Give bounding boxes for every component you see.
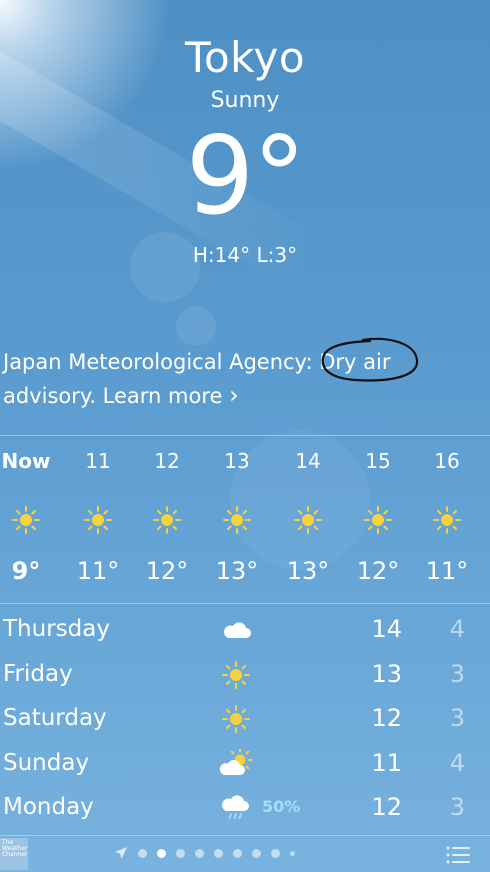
low-temperature: 4 [449,615,465,643]
location-arrow-icon[interactable] [114,846,128,860]
bottom-toolbar: The Weather Channel [0,836,490,872]
low-temperature: 4 [449,748,465,777]
weather-channel-logo[interactable]: The Weather Channel [0,838,28,870]
sun-icon [207,500,267,540]
low-temperature: 3 [449,793,465,821]
low-temperature: 3 [449,659,465,688]
hour-temperature: 12° [356,557,400,585]
hour-label: 15 [365,449,391,473]
day-name: Friday [3,660,73,687]
daily-forecast[interactable]: Thursday 14 4 Friday 13 3 Saturday 12 3 … [0,608,490,831]
current-weather-header: Tokyo Sunny 9° H:14° L:3° [0,30,490,268]
page-dot[interactable] [271,848,280,858]
hand-drawn-circle-annotation [321,337,419,382]
hour-label: 11 [85,449,111,473]
advisory-source: Japan Meteorological Agency: [3,350,320,374]
sun-icon [348,500,408,540]
sun-icon [216,657,256,693]
hour-temperature: 13° [286,557,330,585]
page-dot[interactable] [252,848,261,858]
hour-column: 16 11° [417,446,477,586]
partly-cloudy-icon [216,746,256,782]
low-temperature: 3 [449,704,465,732]
daily-row-thursday: Thursday 14 4 [0,608,490,653]
high-temperature: 14 [371,615,402,643]
cloud-icon [216,612,256,648]
hour-column: Now 9° [0,446,56,586]
rain-cloud-icon [216,790,256,826]
hour-label: 16 [434,449,460,473]
current-condition: Sunny [210,88,280,113]
hour-temperature: 12° [145,557,189,585]
sun-icon [0,500,56,540]
hour-temperature: 11° [76,557,120,585]
hour-column: 14 13° [278,446,338,586]
precipitation-chance: 50% [262,797,301,816]
hour-column: 13 13° [207,446,267,586]
city-name: Tokyo [184,33,306,82]
high-temperature: 13 [371,659,402,688]
page-dot[interactable] [138,848,147,858]
sun-icon [278,500,338,540]
page-dot[interactable] [290,850,295,856]
page-dot[interactable] [233,848,242,858]
daily-row-monday: Monday 50% 12 3 [0,786,490,831]
divider [0,435,490,436]
weather-advisory[interactable]: Japan Meteorological Agency: Dry air adv… [3,337,483,413]
divider [0,603,490,604]
daily-row-sunday: Sunday 11 4 [0,742,490,787]
page-dot[interactable] [214,848,223,858]
day-name: Saturday [3,705,107,731]
hour-temperature: 9° [11,557,41,585]
advisory-message: advisory. Learn more [3,384,230,408]
hour-label: 14 [295,449,321,473]
day-name: Thursday [3,616,110,642]
hour-label: 12 [154,449,180,473]
hour-column: 11 11° [68,446,128,586]
page-dot-active[interactable] [157,848,166,858]
current-temperature: 9° [185,114,307,239]
chevron-right-icon: › [229,381,239,409]
day-name: Sunday [3,749,90,776]
high-temperature: 12 [371,793,402,821]
hourly-forecast[interactable]: Now 9° 11 11° 12 12° 13 13° 14 13° 15 12… [0,446,490,596]
hour-label: 13 [224,449,250,473]
hour-temperature: 11° [425,557,469,585]
daily-row-saturday: Saturday 12 3 [0,697,490,742]
page-dot[interactable] [195,848,204,858]
page-dot[interactable] [176,848,185,858]
day-name: Monday [3,794,94,820]
sun-icon [216,701,256,737]
hour-temperature: 13° [215,557,259,585]
hour-column: 12 12° [137,446,197,586]
high-low-temperature: H:14° L:3° [192,243,298,267]
sun-icon [417,500,477,540]
high-temperature: 11 [371,748,402,777]
hour-label: Now [1,449,51,473]
sun-icon [68,500,128,540]
list-icon[interactable] [446,846,470,864]
high-temperature: 12 [371,704,402,732]
daily-row-friday: Friday 13 3 [0,653,490,698]
sun-icon [137,500,197,540]
page-indicator[interactable] [114,846,295,860]
lens-flare [176,306,216,346]
hour-column: 15 12° [348,446,408,586]
